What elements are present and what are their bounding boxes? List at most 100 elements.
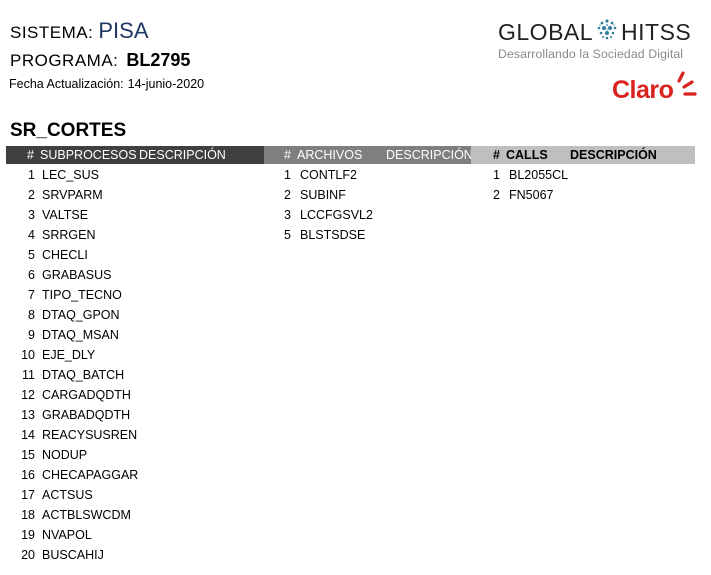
item-name: CHECAPAGGAR bbox=[42, 468, 139, 482]
header-archivos: # ARCHIVOS DESCRIPCIÓN bbox=[264, 146, 473, 164]
subprocesos-list: 1 LEC_SUS 2 SRVPARM 3 VALTSE 4 SRRGEN 5 CHECLI 6 GR… bbox=[0, 165, 300, 565]
item-number: 1 bbox=[28, 168, 35, 182]
list-item: 16 CHECAPAGGAR bbox=[0, 465, 300, 485]
item-number: 19 bbox=[21, 528, 35, 542]
brand-name: GLOBAL HITSS bbox=[498, 18, 698, 46]
programa-value: BL2795 bbox=[126, 50, 191, 70]
item-name: GRABADQDTH bbox=[42, 408, 131, 422]
list-item: 14 REACYSUSREN bbox=[0, 425, 300, 445]
brand-name-right: HITSS bbox=[621, 18, 692, 45]
item-name: VALTSE bbox=[42, 208, 89, 222]
item-number: 8 bbox=[28, 308, 35, 322]
list-item: 2 FN5067 bbox=[480, 185, 680, 205]
item-name: SRVPARM bbox=[42, 188, 103, 202]
item-number: 20 bbox=[21, 548, 35, 562]
item-number: 4 bbox=[28, 228, 35, 242]
list-item: 15 NODUP bbox=[0, 445, 300, 465]
sistema-label: SISTEMA: bbox=[10, 23, 94, 42]
header-archivos-name: ARCHIVOS bbox=[297, 148, 363, 162]
item-name: EJE_DLY bbox=[42, 348, 96, 362]
item-number: 14 bbox=[21, 428, 35, 442]
item-name: CONTLF2 bbox=[300, 168, 357, 182]
list-item: 1 BL2055CL bbox=[480, 165, 680, 185]
item-number: 9 bbox=[28, 328, 35, 342]
header-calls-desc: DESCRIPCIÓN bbox=[570, 148, 657, 162]
item-name: LCCFGSVL2 bbox=[300, 208, 373, 222]
header-subprocesos: # SUBPROCESOS DESCRIPCIÓN bbox=[6, 146, 264, 164]
item-name: SUBINF bbox=[300, 188, 346, 202]
header-calls-num: # bbox=[493, 148, 500, 162]
item-number: 2 bbox=[493, 188, 500, 202]
list-item: 18 ACTBLSWCDM bbox=[0, 505, 300, 525]
item-name: GRABASUS bbox=[42, 268, 112, 282]
claro-logo: Claro bbox=[612, 70, 702, 106]
item-number: 2 bbox=[28, 188, 35, 202]
item-number: 5 bbox=[28, 248, 35, 262]
item-number: 11 bbox=[22, 368, 35, 382]
global-hitss-logo: GLOBAL HITSS Desarrollando la Sociedad D… bbox=[498, 18, 698, 62]
brand-tagline: Desarrollando la Sociedad Digital bbox=[498, 47, 684, 61]
list-item: 5 BLSTSDSE bbox=[270, 225, 470, 245]
item-name: NODUP bbox=[42, 448, 88, 462]
fecha-line: Fecha Actualización: 14-junio-2020 bbox=[9, 77, 204, 91]
item-number: 5 bbox=[284, 228, 291, 242]
item-name: SRRGEN bbox=[42, 228, 96, 242]
list-item: 20 BUSCAHIJ bbox=[0, 545, 300, 565]
item-name: CHECLI bbox=[42, 248, 88, 262]
item-name: BL2055CL bbox=[509, 168, 569, 182]
item-number: 6 bbox=[28, 268, 35, 282]
list-item: 1 LEC_SUS bbox=[0, 165, 300, 185]
programa-label: PROGRAMA: bbox=[10, 51, 119, 70]
header-calls: # CALLS DESCRIPCIÓN bbox=[471, 146, 695, 164]
item-name: DTAQ_MSAN bbox=[42, 328, 119, 342]
item-number: 1 bbox=[284, 168, 291, 182]
fecha-value: 14-junio-2020 bbox=[127, 77, 205, 91]
item-name: CARGADQDTH bbox=[42, 388, 131, 402]
item-number: 12 bbox=[21, 388, 35, 402]
list-item: 6 GRABASUS bbox=[0, 265, 300, 285]
header-subprocesos-name: SUBPROCESOS bbox=[40, 148, 137, 162]
item-name: BUSCAHIJ bbox=[42, 548, 104, 562]
item-number: 15 bbox=[21, 448, 35, 462]
header-subprocesos-desc: DESCRIPCIÓN bbox=[139, 148, 226, 162]
item-number: 1 bbox=[493, 168, 500, 182]
item-number: 18 bbox=[21, 508, 35, 522]
item-name: DTAQ_BATCH bbox=[42, 368, 125, 382]
item-name: BLSTSDSE bbox=[300, 228, 366, 242]
list-item: 9 DTAQ_MSAN bbox=[0, 325, 300, 345]
item-number: 13 bbox=[21, 408, 35, 422]
list-item: 11 DTAQ_BATCH bbox=[0, 365, 300, 385]
item-name: ACTSUS bbox=[42, 488, 93, 502]
header-subprocesos-num: # bbox=[27, 148, 34, 162]
item-name: REACYSUSREN bbox=[42, 428, 138, 442]
claro-wordmark: Claro bbox=[612, 76, 674, 104]
programa-line: PROGRAMA: BL2795 bbox=[10, 50, 190, 71]
item-name: LEC_SUS bbox=[42, 168, 99, 182]
item-number: 17 bbox=[21, 488, 35, 502]
header-archivos-num: # bbox=[284, 148, 291, 162]
sistema-line: SISTEMA: PISA bbox=[10, 18, 149, 44]
list-item: 5 CHECLI bbox=[0, 245, 300, 265]
sistema-value: PISA bbox=[98, 18, 149, 43]
archivos-list: 1 CONTLF2 2 SUBINF 3 LCCFGSVL2 5 BLSTSDSE bbox=[270, 165, 470, 245]
item-name: NVAPOL bbox=[42, 528, 92, 542]
list-item: 7 TIPO_TECNO bbox=[0, 285, 300, 305]
item-name: FN5067 bbox=[509, 188, 554, 202]
item-number: 3 bbox=[284, 208, 291, 222]
list-item: 3 VALTSE bbox=[0, 205, 300, 225]
item-number: 3 bbox=[28, 208, 35, 222]
list-item: 2 SUBINF bbox=[270, 185, 470, 205]
section-title: SR_CORTES bbox=[10, 120, 127, 141]
list-item: 19 NVAPOL bbox=[0, 525, 300, 545]
item-number: 2 bbox=[284, 188, 291, 202]
list-item: 12 CARGADQDTH bbox=[0, 385, 300, 405]
list-item: 13 GRABADQDTH bbox=[0, 405, 300, 425]
item-number: 16 bbox=[21, 468, 35, 482]
calls-list: 1 BL2055CL 2 FN5067 bbox=[480, 165, 680, 205]
header-calls-name: CALLS bbox=[506, 148, 548, 162]
brand-name-left: GLOBAL bbox=[498, 18, 594, 45]
fecha-label: Fecha Actualización: bbox=[9, 77, 124, 91]
item-name: ACTBLSWCDM bbox=[42, 508, 131, 522]
list-item: 1 CONTLF2 bbox=[270, 165, 470, 185]
item-number: 10 bbox=[21, 348, 35, 362]
